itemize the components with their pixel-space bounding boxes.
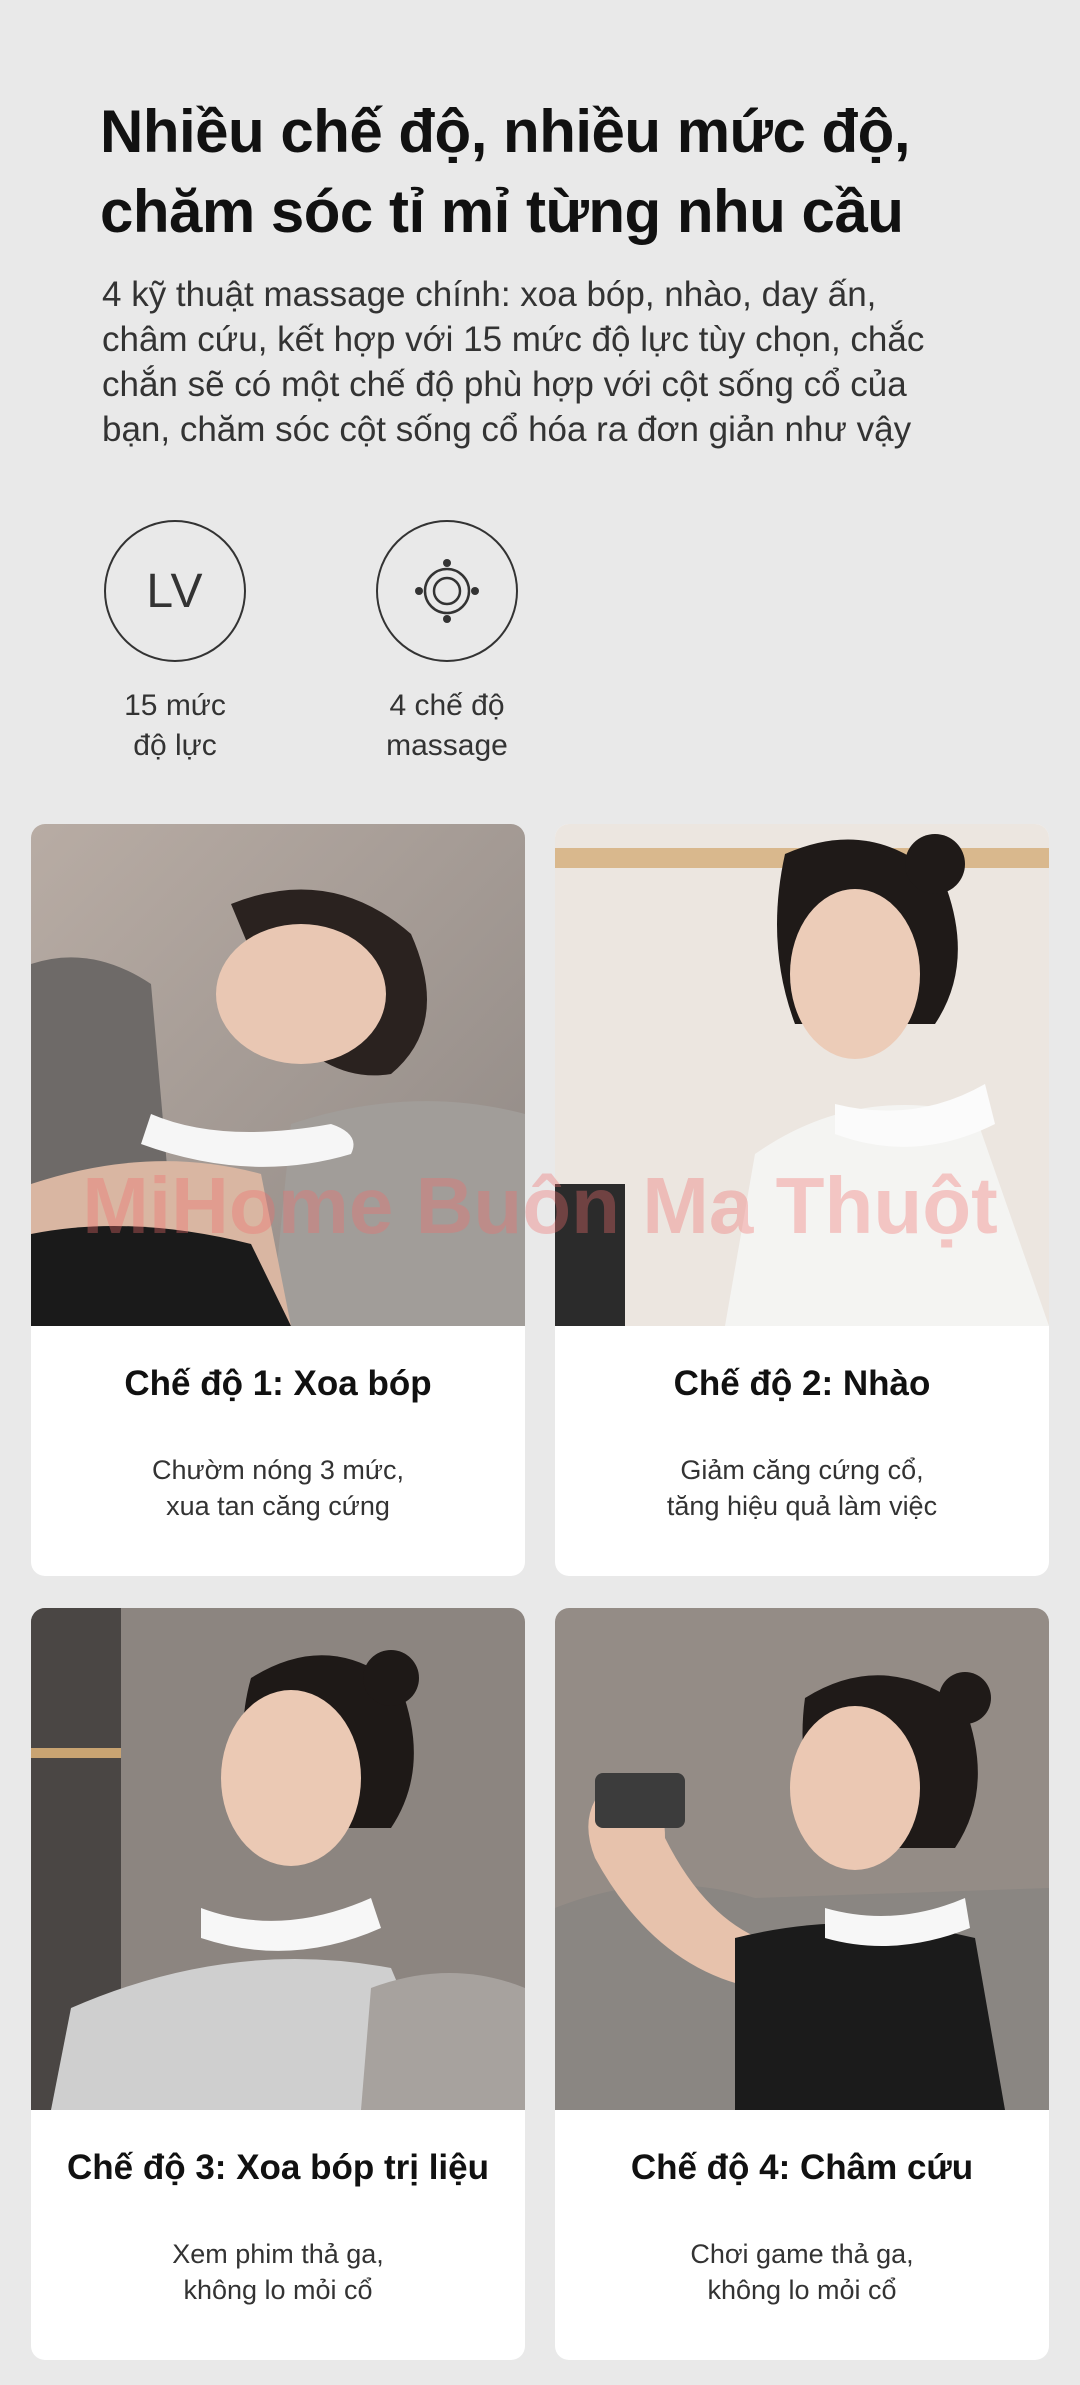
feature-levels: LV 15 mức độ lực: [75, 520, 275, 766]
feature-levels-line-1: 15 mức: [124, 689, 226, 722]
mode-card-3: Chế độ 3: Xoa bóp trị liệu Xem phim thả …: [31, 1608, 525, 2360]
mode-card-2-title: Chế độ 2: Nhào: [673, 1364, 931, 1403]
mode-card-4-desc-line-2: không lo mỏi cổ: [707, 2275, 897, 2305]
page-subtitle: 4 kỹ thuật massage chính: xoa bóp, nhào,…: [102, 272, 1002, 452]
headline-line-2: chăm sóc tỉ mỉ từng nhu cầu: [100, 178, 904, 245]
mode-card-2-desc-line-1: Giảm căng cứng cổ,: [680, 1455, 924, 1485]
subtitle-line-2: châm cứu, kết hợp với 15 mức độ lực tùy …: [102, 320, 925, 359]
massage-modes-icon: [376, 520, 518, 662]
woman-working-at-laptop-with-neck-massager-photo: [555, 824, 1049, 1326]
level-icon: LV: [104, 520, 246, 662]
level-icon-text: LV: [146, 564, 204, 618]
mode-card-1-desc-line-2: xua tan căng cứng: [166, 1491, 390, 1521]
mode-card-2-desc: Giảm căng cứng cổ, tăng hiệu quả làm việ…: [555, 1452, 1049, 1524]
subtitle-line-4: bạn, chăm sóc cột sống cổ hóa ra đơn giả…: [102, 410, 912, 449]
mode-card-1-title: Chế độ 1: Xoa bóp: [124, 1364, 432, 1403]
mode-card-4-desc: Chơi game thả ga, không lo mỏi cổ: [555, 2236, 1049, 2308]
woman-playing-phone-game-with-neck-massager-photo: [555, 1608, 1049, 2110]
subtitle-line-1: 4 kỹ thuật massage chính: xoa bóp, nhào,…: [102, 275, 877, 314]
feature-modes: 4 chế độ massage: [347, 520, 547, 766]
feature-modes-line-1: 4 chế độ: [389, 689, 505, 722]
woman-smiling-adjusting-neck-massager-photo: [31, 1608, 525, 2110]
feature-modes-label: 4 chế độ massage: [347, 686, 547, 766]
mode-card-1-desc: Chườm nóng 3 mức, xua tan căng cứng: [31, 1452, 525, 1524]
orbit-icon: [415, 559, 479, 623]
mode-card-4: Chế độ 4: Châm cứu Chơi game thả ga, khô…: [555, 1608, 1049, 2360]
mode-card-3-title: Chế độ 3: Xoa bóp trị liệu: [67, 2148, 489, 2187]
mode-card-1: Chế độ 1: Xoa bóp Chườm nóng 3 mức, xua …: [31, 824, 525, 1576]
mode-card-1-desc-line-1: Chườm nóng 3 mức,: [152, 1455, 404, 1485]
subtitle-line-3: chắn sẽ có một chế độ phù hợp với cột số…: [102, 365, 907, 404]
mode-card-3-desc-line-1: Xem phim thả ga,: [172, 2239, 384, 2269]
mode-card-2: Chế độ 2: Nhào Giảm căng cứng cổ, tăng h…: [555, 824, 1049, 1576]
headline-line-1: Nhiều chế độ, nhiều mức độ,: [100, 98, 911, 165]
page-headline: Nhiều chế độ, nhiều mức độ, chăm sóc tỉ …: [100, 92, 1000, 252]
feature-modes-line-2: massage: [386, 729, 508, 762]
feature-levels-line-2: độ lực: [133, 729, 217, 762]
woman-reclining-on-sofa-with-neck-massager-photo: [31, 824, 525, 1326]
mode-card-2-desc-line-2: tăng hiệu quả làm việc: [666, 1491, 938, 1521]
mode-card-4-title: Chế độ 4: Châm cứu: [630, 2148, 974, 2187]
feature-levels-label: 15 mức độ lực: [75, 686, 275, 766]
mode-card-3-desc: Xem phim thả ga, không lo mỏi cổ: [31, 2236, 525, 2308]
mode-card-3-desc-line-2: không lo mỏi cổ: [183, 2275, 373, 2305]
mode-card-4-desc-line-1: Chơi game thả ga,: [690, 2239, 914, 2269]
